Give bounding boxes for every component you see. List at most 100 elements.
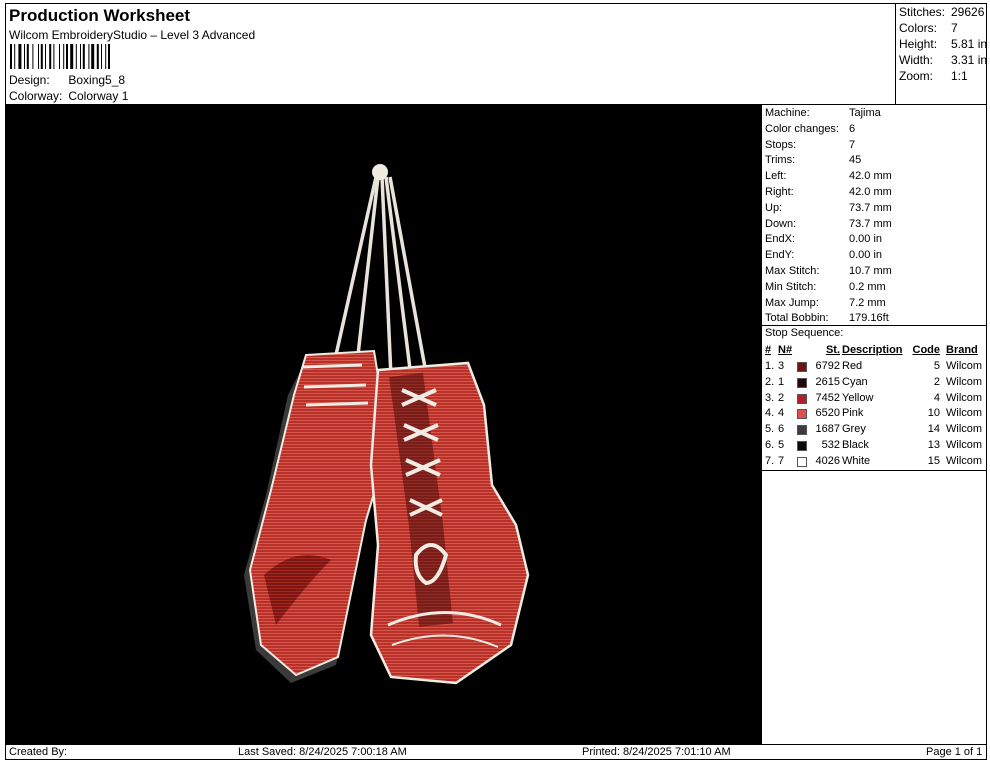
stop-row: 6. 5 532 Black 13 Wilcom	[762, 439, 987, 455]
info-value: 45	[849, 154, 862, 167]
row-description: White	[842, 454, 871, 467]
info-value: 0.2 mm	[849, 280, 886, 293]
machine-info-row: Max Jump: 7.2 mm	[765, 297, 985, 313]
design-value: Boxing5_8	[68, 73, 126, 87]
panel-divider	[762, 325, 987, 326]
info-label: EndY:	[765, 249, 795, 262]
machine-info-row: EndX: 0.00 in	[765, 233, 985, 249]
stat-label: Width:	[899, 53, 934, 67]
row-brand: Wilcom	[946, 439, 983, 451]
stat-value: 7	[951, 21, 958, 35]
header-desc: Description	[842, 344, 903, 356]
info-label: Stops:	[765, 138, 797, 151]
info-label: Color changes:	[765, 122, 839, 135]
design-stats: Stitches: 29626 Colors: 7 Height: 5.81 in W…	[895, 4, 987, 104]
row-needle: 4	[778, 407, 785, 420]
row-num: 6.	[765, 439, 775, 451]
row-stitches: 6792	[815, 360, 840, 372]
color-swatch	[797, 362, 807, 372]
row-brand: Wilcom	[946, 391, 983, 404]
info-value: 7.2 mm	[849, 296, 886, 309]
info-label: Machine:	[765, 107, 810, 119]
info-value: 73.7 mm	[849, 217, 892, 230]
header-st: St.	[825, 344, 840, 356]
row-brand: Wilcom	[946, 375, 983, 388]
stat-label: Colors:	[899, 21, 938, 35]
stop-row: 5. 6 1687 Grey 14 Wilcom	[762, 423, 987, 439]
stat-label: Height:	[899, 37, 938, 51]
row-brand: Wilcom	[946, 360, 983, 372]
machine-info-row: Min Stitch: 0.2 mm	[765, 281, 985, 297]
info-label: Max Stitch:	[765, 265, 820, 277]
info-value: 0.00 in	[849, 249, 883, 262]
header-code: Code	[912, 344, 941, 356]
row-num: 4.	[765, 407, 775, 420]
machine-info-row: Down: 73.7 mm	[765, 218, 985, 234]
stat-height: Height: 5.81 in	[899, 37, 989, 53]
header-n: N#	[778, 344, 793, 356]
stat-value: 29626	[951, 5, 985, 19]
machine-info-row: Machine: Tajima	[765, 107, 985, 123]
info-value: 7	[849, 138, 856, 151]
stop-row: 7. 7 4026 White 15 Wilcom	[762, 455, 987, 471]
row-needle: 3	[778, 360, 785, 372]
last-saved: Last Saved: 8/24/2025 7:00:18 AM	[238, 746, 407, 758]
info-label: Trims:	[765, 154, 796, 167]
machine-info-row: Color changes: 6	[765, 123, 985, 139]
info-value: 10.7 mm	[849, 265, 892, 277]
machine-info-row: EndY: 0.00 in	[765, 249, 985, 265]
row-description: Black	[842, 439, 869, 451]
row-code: 13	[927, 439, 940, 451]
stop-row: 2. 1 2615 Cyan 2 Wilcom	[762, 376, 987, 392]
row-brand: Wilcom	[946, 407, 983, 420]
row-needle: 6	[778, 423, 785, 436]
color-swatch	[797, 425, 807, 436]
row-description: Grey	[842, 423, 866, 436]
header-num: #	[765, 344, 772, 356]
barcode-icon	[10, 44, 110, 69]
row-stitches: 1687	[815, 423, 840, 436]
row-code: 14	[927, 423, 940, 436]
hook-knot	[372, 164, 388, 180]
row-code: 15	[927, 454, 940, 467]
machine-info-row: Right: 42.0 mm	[765, 186, 985, 202]
info-label: Down:	[765, 217, 797, 230]
glove-laces	[334, 176, 428, 378]
info-value: 6	[849, 122, 856, 135]
row-needle: 7	[778, 454, 785, 467]
printed-date: Printed: 8/24/2025 7:01:10 AM	[582, 746, 731, 758]
info-label: Left:	[765, 170, 787, 183]
table-bottom-divider	[762, 470, 987, 471]
colorway-value: Colorway 1	[68, 89, 129, 103]
machine-info-row: Max Stitch: 10.7 mm	[765, 265, 985, 281]
color-swatch	[797, 409, 807, 420]
info-value: 42.0 mm	[849, 170, 892, 183]
stop-row: 1. 3 6792 Red 5 Wilcom	[762, 360, 987, 376]
color-swatch	[797, 393, 807, 404]
row-num: 7.	[765, 454, 775, 467]
boxing-gloves-illustration	[244, 164, 530, 685]
machine-info-panel: Machine: Tajima Color changes: 6 Stops: 7 Trim…	[761, 105, 987, 744]
row-code: 4	[933, 391, 940, 404]
machine-info-row: Up: 73.7 mm	[765, 202, 985, 218]
stat-width: Width: 3.31 in	[899, 53, 989, 69]
header-brand: Brand	[946, 344, 978, 356]
stat-value: 5.81 in	[951, 37, 988, 51]
worksheet-footer: Created By: Last Saved: 8/24/2025 7:00:1…	[6, 745, 987, 760]
stop-row: 3. 2 7452 Yellow 4 Wilcom	[762, 392, 987, 408]
row-stitches: 2615	[815, 375, 840, 388]
worksheet-header: Production Worksheet Wilcom EmbroiderySt…	[6, 4, 896, 104]
row-description: Cyan	[842, 375, 868, 388]
color-swatch	[797, 377, 807, 388]
page-number: Page 1 of 1	[926, 746, 983, 758]
left-glove	[248, 349, 384, 677]
design-row: Design: Boxing5_8	[9, 73, 125, 87]
row-num: 2.	[765, 375, 775, 388]
design-label: Design:	[9, 73, 50, 87]
row-num: 1.	[765, 360, 775, 372]
stat-stitches: Stitches: 29626	[899, 5, 989, 21]
stat-value: 3.31 in	[951, 53, 988, 67]
info-label: Right:	[765, 186, 794, 198]
stat-label: Stitches:	[899, 5, 946, 19]
info-label: Up:	[765, 201, 783, 214]
